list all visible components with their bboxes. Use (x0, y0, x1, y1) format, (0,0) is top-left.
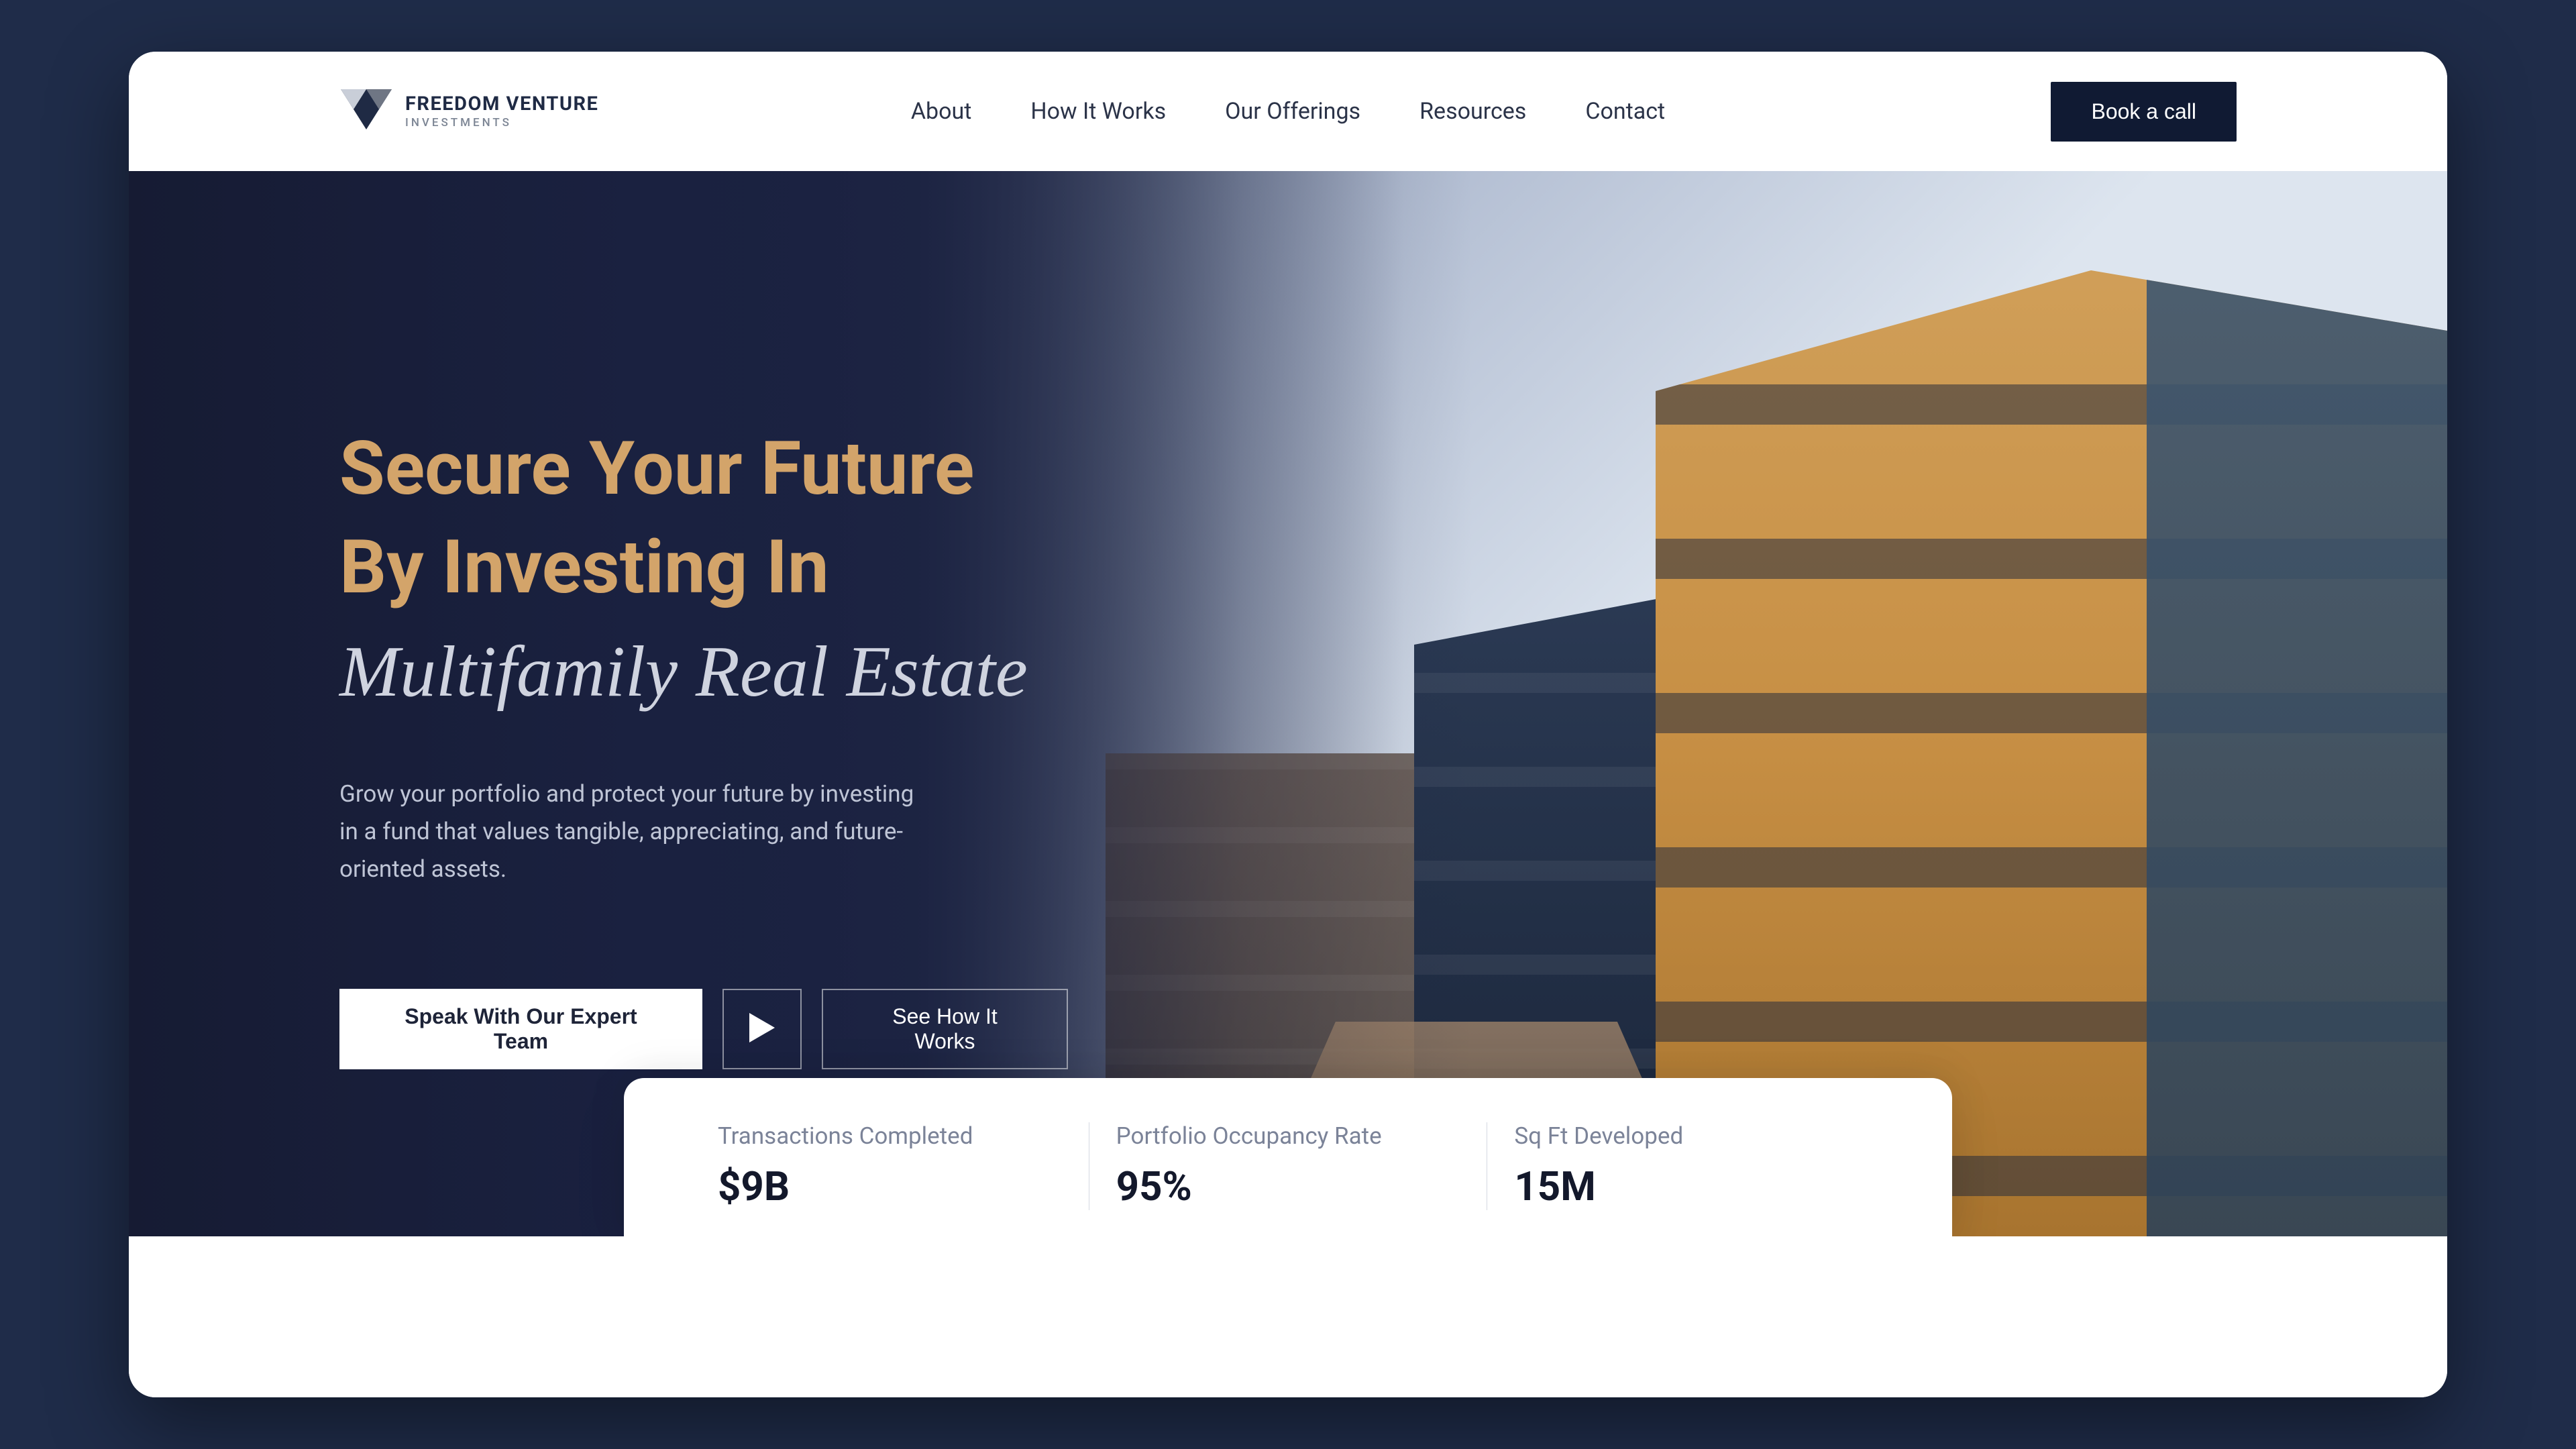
stat-label: Transactions Completed (718, 1122, 1062, 1150)
nav-how-it-works[interactable]: How It Works (1030, 98, 1166, 125)
book-a-call-button[interactable]: Book a call (2051, 82, 2237, 142)
brand-logo[interactable]: FREEDOM VENTURE INVESTMENTS (339, 88, 598, 135)
stat-label: Portfolio Occupancy Rate (1116, 1122, 1460, 1150)
stats-card: Transactions Completed $9B Portfolio Occ… (624, 1078, 1952, 1236)
nav-our-offerings[interactable]: Our Offerings (1225, 98, 1360, 125)
hero-section: Secure Your Future By Investing In Multi… (129, 171, 2447, 1236)
stat-value: $9B (718, 1163, 1062, 1210)
headline-line-1: Secure Your Future (339, 425, 974, 512)
primary-nav: About How It Works Our Offerings Resourc… (911, 98, 1665, 125)
hero-headline: Secure Your Future By Investing In (339, 419, 1068, 617)
nav-contact[interactable]: Contact (1585, 98, 1665, 125)
stat-value: 95% (1116, 1163, 1460, 1210)
logo-text: FREEDOM VENTURE INVESTMENTS (405, 94, 598, 129)
play-icon (749, 1013, 775, 1044)
nav-about[interactable]: About (911, 98, 972, 125)
headline-line-2: By Investing In (339, 524, 829, 610)
hero-subhead: Multifamily Real Estate (339, 631, 1068, 714)
stat-sqft: Sq Ft Developed 15M (1487, 1122, 1885, 1210)
site-header: FREEDOM VENTURE INVESTMENTS About How It… (129, 52, 2447, 171)
hero-actions: Speak With Our Expert Team See How It Wo… (339, 989, 1068, 1069)
stats-background-strip (129, 1236, 2447, 1397)
stat-transactions: Transactions Completed $9B (691, 1122, 1089, 1210)
stat-value: 15M (1514, 1163, 1858, 1210)
hero-body: Grow your portfolio and protect your fut… (339, 775, 930, 888)
speak-with-team-button[interactable]: Speak With Our Expert Team (339, 989, 702, 1069)
see-how-it-works-button[interactable]: See How It Works (822, 989, 1068, 1069)
hero-content: Secure Your Future By Investing In Multi… (129, 171, 1068, 1069)
nav-resources[interactable]: Resources (1419, 98, 1526, 125)
logo-icon (339, 88, 393, 135)
stat-occupancy: Portfolio Occupancy Rate 95% (1089, 1122, 1488, 1210)
play-video-button[interactable] (722, 989, 802, 1069)
brand-name: FREEDOM VENTURE (405, 94, 598, 115)
stat-label: Sq Ft Developed (1514, 1122, 1858, 1150)
page-frame: FREEDOM VENTURE INVESTMENTS About How It… (129, 52, 2447, 1397)
brand-tagline: INVESTMENTS (405, 117, 598, 129)
